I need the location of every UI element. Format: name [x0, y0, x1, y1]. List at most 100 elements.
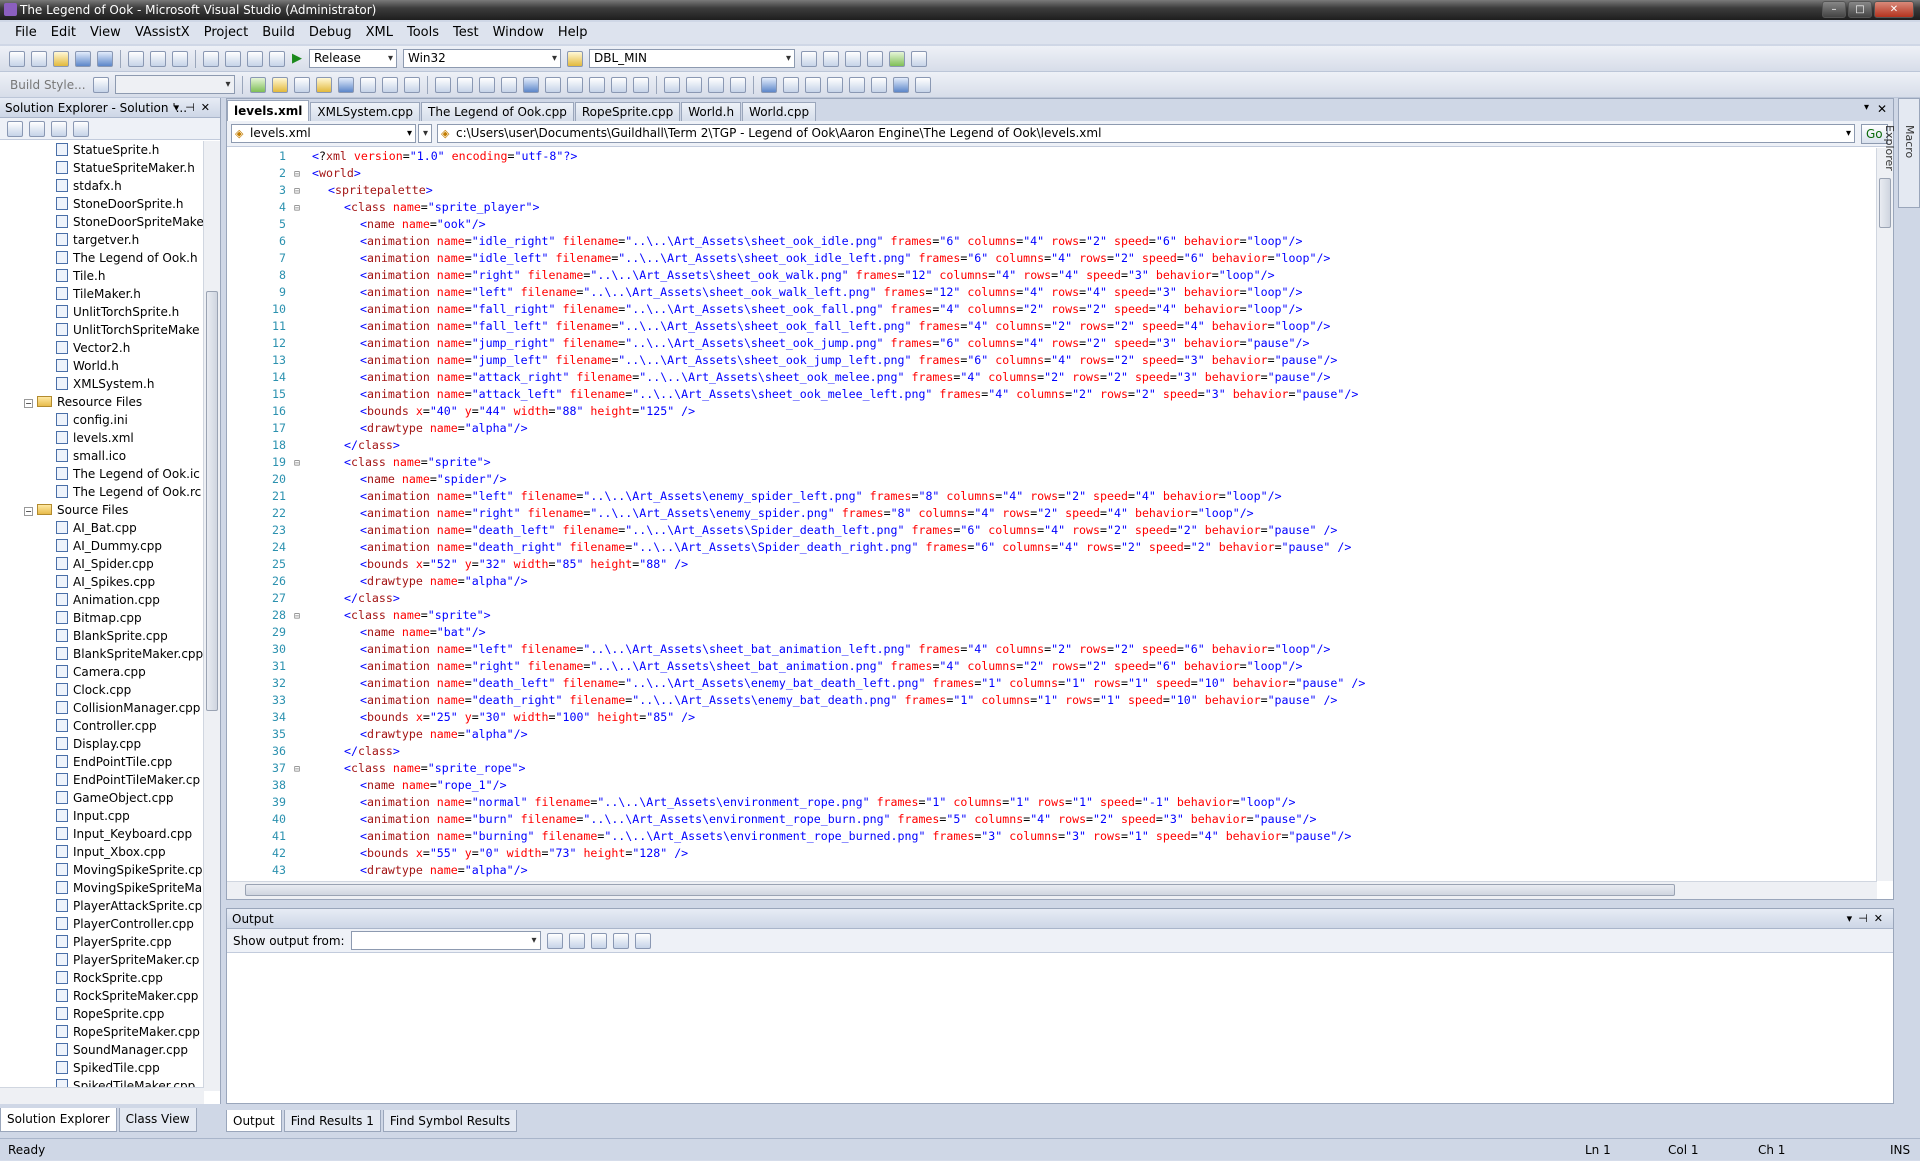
code-line[interactable]: 39 <animation name="normal" filename="..\… — [227, 794, 1877, 811]
build-style-combo[interactable] — [114, 75, 235, 94]
code-area[interactable]: 1 <?xml version="1.0" encoding="utf-8"?> 2… — [227, 148, 1877, 881]
tree-file[interactable]: PlayerAttackSprite.cp — [0, 897, 204, 915]
clear-bookmarks-icon[interactable] — [588, 76, 605, 93]
tree-file[interactable]: SpikedTile.cpp — [0, 1059, 204, 1077]
tab-world-h[interactable]: World.h — [681, 102, 742, 121]
tree-file[interactable]: stdafx.h — [0, 177, 204, 195]
code-line[interactable]: 29 <name name="bat"/> — [227, 624, 1877, 641]
scroll-thumb[interactable] — [206, 291, 218, 711]
menu-window[interactable]: Window — [486, 22, 551, 44]
code-line[interactable]: 40 <animation name="burn" filename="..\..… — [227, 811, 1877, 828]
navigate-icon[interactable] — [247, 50, 263, 67]
goto-icon[interactable] — [337, 76, 354, 93]
tree-file[interactable]: RockSprite.cpp — [0, 969, 204, 987]
tree-file[interactable]: RopeSpriteMaker.cpp — [0, 1023, 204, 1041]
code-line[interactable]: 28 ⊟ <class name="sprite"> — [227, 607, 1877, 624]
tab-legend-of-ook-cpp[interactable]: The Legend of Ook.cpp — [421, 102, 574, 121]
tab-class-view[interactable]: Class View — [118, 1108, 197, 1132]
find-symbol-icon[interactable] — [293, 76, 310, 93]
code-line[interactable]: 1 <?xml version="1.0" encoding="utf-8"?> — [227, 148, 1877, 165]
menu-file[interactable]: File — [8, 22, 44, 44]
editor-horizontal-scrollbar[interactable] — [227, 881, 1877, 899]
tree-file[interactable]: BlankSprite.cpp — [0, 627, 204, 645]
align-left-icon[interactable] — [663, 76, 680, 93]
window-layout-icon[interactable] — [911, 50, 927, 67]
redo-icon[interactable] — [225, 50, 241, 67]
schema-icon[interactable] — [632, 76, 649, 93]
share-icon[interactable] — [848, 76, 865, 93]
paste-icon[interactable] — [172, 50, 188, 67]
code-line[interactable]: 5 <name name="ook"/> — [227, 216, 1877, 233]
sync-icon[interactable] — [870, 76, 887, 93]
code-line[interactable]: 25 <bounds x="52" y="32" width="85" heigh… — [227, 556, 1877, 573]
maximize-button[interactable]: □ — [1848, 1, 1872, 18]
code-line[interactable]: 21 <animation name="left" filename="..\..… — [227, 488, 1877, 505]
save-all-icon[interactable] — [97, 50, 113, 67]
list-icon[interactable] — [707, 76, 724, 93]
code-line[interactable]: 10 <animation name="fall_right" filename=… — [227, 301, 1877, 318]
collapse-icon[interactable]: ⊟ — [290, 183, 304, 200]
menu-build[interactable]: Build — [255, 22, 302, 44]
code-line[interactable]: 9 <animation name="left" filename="..\..\… — [227, 284, 1877, 301]
tree-file[interactable]: Camera.cpp — [0, 663, 204, 681]
active-files-dropdown-icon[interactable]: ▾ — [1864, 102, 1869, 113]
tree-folder[interactable]: − Source Files — [0, 501, 204, 519]
tab-levels-xml[interactable]: levels.xml — [227, 100, 310, 121]
forward-icon[interactable] — [826, 76, 843, 93]
tree-file[interactable]: AI_Spikes.cpp — [0, 573, 204, 591]
close-icon[interactable]: ✕ — [201, 101, 216, 114]
tab-output[interactable]: Output — [226, 1110, 282, 1132]
tree-file[interactable]: AI_Spider.cpp — [0, 555, 204, 573]
code-line[interactable]: 14 <animation name="attack_right" filenam… — [227, 369, 1877, 386]
tree-file[interactable]: PlayerSpriteMaker.cp — [0, 951, 204, 969]
code-line[interactable]: 18 </class> — [227, 437, 1877, 454]
collapse-icon[interactable]: ⊟ — [290, 761, 304, 778]
tree-file[interactable]: MovingSpikeSprite.cp — [0, 861, 204, 879]
pin-icon[interactable]: ⊣ — [1858, 912, 1874, 925]
save-icon[interactable] — [75, 50, 91, 67]
code-line[interactable]: 3 ⊟ <spritepalette> — [227, 182, 1877, 199]
close-button[interactable]: ✕ — [1874, 1, 1914, 18]
code-line[interactable]: 2 ⊟ <world> — [227, 165, 1877, 182]
find-message-icon[interactable] — [546, 932, 563, 949]
build-style-button[interactable]: Build Style... — [10, 78, 86, 92]
open-file-in-solution-icon[interactable] — [271, 76, 288, 93]
tree-file[interactable]: RockSpriteMaker.cpp — [0, 987, 204, 1005]
code-line[interactable]: 8 <animation name="right" filename="..\..… — [227, 267, 1877, 284]
nav-scroll-combo[interactable] — [418, 124, 432, 143]
vassist-icon[interactable] — [249, 76, 266, 93]
tab-find-results-1[interactable]: Find Results 1 — [283, 1110, 381, 1132]
collapse-icon[interactable]: ⊟ — [290, 166, 304, 183]
tree-file[interactable]: Bitmap.cpp — [0, 609, 204, 627]
tree-file[interactable]: UnlitTorchSpriteMake — [0, 321, 204, 339]
show-all-files-icon[interactable] — [29, 120, 45, 137]
cut-icon[interactable] — [128, 50, 144, 67]
tree-file[interactable]: GameObject.cpp — [0, 789, 204, 807]
tab-ropesprite-cpp[interactable]: RopeSprite.cpp — [574, 102, 681, 121]
close-icon[interactable]: ✕ — [1874, 912, 1889, 925]
tree-file[interactable]: The Legend of Ook.rc — [0, 483, 204, 501]
code-line[interactable]: 4 ⊟ <class name="sprite_player"> — [227, 199, 1877, 216]
code-line[interactable]: 15 <animation name="attack_left" filename… — [227, 386, 1877, 403]
tree-file[interactable]: Controller.cpp — [0, 717, 204, 735]
code-line[interactable]: 19 ⊟ <class name="sprite"> — [227, 454, 1877, 471]
menu-edit[interactable]: Edit — [44, 22, 83, 44]
menu-test[interactable]: Test — [446, 22, 486, 44]
add-item-icon[interactable] — [31, 50, 47, 67]
code-line[interactable]: 22 <animation name="right" filename="..\.… — [227, 505, 1877, 522]
code-line[interactable]: 23 <animation name="death_left" filename=… — [227, 522, 1877, 539]
output-text-area[interactable] — [227, 954, 1893, 1103]
tab-solution-explorer[interactable]: Solution Explorer — [0, 1108, 117, 1132]
tree-file[interactable]: StatueSpriteMaker.h — [0, 159, 204, 177]
debug-window-icon[interactable] — [892, 76, 909, 93]
code-line[interactable]: 7 <animation name="idle_left" filename=".… — [227, 250, 1877, 267]
comment-icon[interactable] — [434, 76, 451, 93]
tree-file[interactable]: SoundManager.cpp — [0, 1041, 204, 1059]
tree-file[interactable]: small.ico — [0, 447, 204, 465]
properties-icon[interactable] — [7, 120, 23, 137]
code-line[interactable]: 32 <animation name="death_left" filename=… — [227, 675, 1877, 692]
refresh-icon[interactable] — [51, 120, 67, 137]
code-line[interactable]: 16 <bounds x="40" y="44" width="88" heigh… — [227, 403, 1877, 420]
tab-find-symbol-results[interactable]: Find Symbol Results — [382, 1110, 518, 1132]
new-project-icon[interactable] — [9, 50, 25, 67]
